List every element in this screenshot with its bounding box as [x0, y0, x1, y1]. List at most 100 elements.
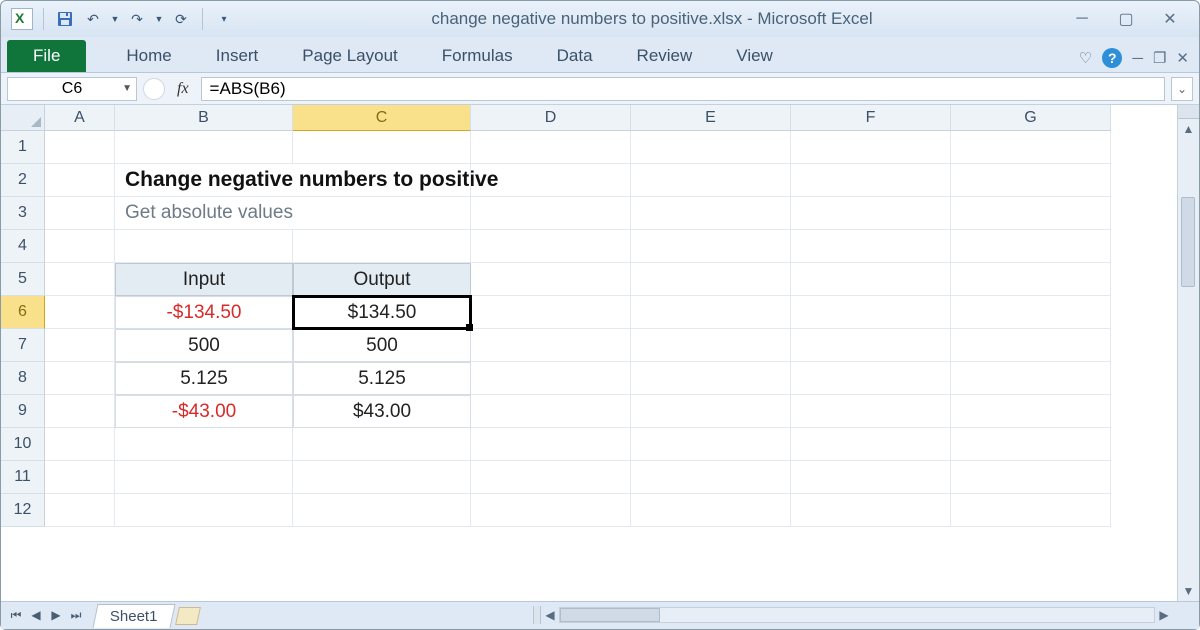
save-icon[interactable]: [54, 8, 76, 30]
cell-F4[interactable]: [791, 230, 951, 263]
col-header-E[interactable]: E: [631, 105, 791, 131]
cell-B10[interactable]: [115, 428, 293, 461]
cell-A1[interactable]: [45, 131, 115, 164]
row-header-8[interactable]: 8: [1, 362, 45, 395]
undo-dropdown-icon[interactable]: ▼: [110, 8, 120, 30]
cell-C11[interactable]: [293, 461, 471, 494]
hscroll-track[interactable]: [559, 607, 1155, 623]
cell-F1[interactable]: [791, 131, 951, 164]
tab-data[interactable]: Data: [535, 40, 615, 72]
cell-G5[interactable]: [951, 263, 1111, 296]
cell-F6[interactable]: [791, 296, 951, 329]
row-header-10[interactable]: 10: [1, 428, 45, 461]
cell-A3[interactable]: [45, 197, 115, 230]
cell-F12[interactable]: [791, 494, 951, 527]
scroll-down-icon[interactable]: ▼: [1178, 581, 1199, 601]
cell-A12[interactable]: [45, 494, 115, 527]
cell-E3[interactable]: [631, 197, 791, 230]
cell-F11[interactable]: [791, 461, 951, 494]
undo-icon[interactable]: ↶: [82, 8, 104, 30]
cell-C6[interactable]: $134.50: [293, 296, 471, 329]
cell-A6[interactable]: [45, 296, 115, 329]
maximize-icon[interactable]: ▢: [1113, 10, 1139, 28]
row-header-4[interactable]: 4: [1, 230, 45, 263]
name-box-dropdown-icon[interactable]: ▼: [122, 83, 132, 94]
col-header-B[interactable]: B: [115, 105, 293, 131]
cell-E7[interactable]: [631, 329, 791, 362]
tab-home[interactable]: Home: [104, 40, 193, 72]
cell-B7[interactable]: 500: [115, 329, 293, 362]
redo-dropdown-icon[interactable]: ▼: [154, 8, 164, 30]
cell-D4[interactable]: [471, 230, 631, 263]
cell-F8[interactable]: [791, 362, 951, 395]
cell-G10[interactable]: [951, 428, 1111, 461]
split-handle-icon[interactable]: [1178, 105, 1199, 119]
cell-D8[interactable]: [471, 362, 631, 395]
cell-C12[interactable]: [293, 494, 471, 527]
cell-G1[interactable]: [951, 131, 1111, 164]
name-box[interactable]: C6 ▼: [7, 77, 137, 101]
ribbon-minimize-icon[interactable]: ♡: [1079, 49, 1092, 67]
scroll-track[interactable]: [1178, 139, 1199, 581]
sheet-prev-icon[interactable]: ◀: [27, 608, 45, 623]
cell-D1[interactable]: [471, 131, 631, 164]
cell-C2[interactable]: [293, 164, 471, 197]
cell-D7[interactable]: [471, 329, 631, 362]
cell-E9[interactable]: [631, 395, 791, 428]
cell-A2[interactable]: [45, 164, 115, 197]
cell-B11[interactable]: [115, 461, 293, 494]
cell-E12[interactable]: [631, 494, 791, 527]
formula-input[interactable]: =ABS(B6): [201, 77, 1165, 101]
cell-B6[interactable]: -$134.50: [115, 296, 293, 329]
cell-E2[interactable]: [631, 164, 791, 197]
tab-page-layout[interactable]: Page Layout: [280, 40, 419, 72]
cell-D10[interactable]: [471, 428, 631, 461]
cell-D2[interactable]: [471, 164, 631, 197]
tab-insert[interactable]: Insert: [194, 40, 281, 72]
sheet-next-icon[interactable]: ▶: [47, 608, 65, 623]
cell-F3[interactable]: [791, 197, 951, 230]
row-header-9[interactable]: 9: [1, 395, 45, 428]
cell-B12[interactable]: [115, 494, 293, 527]
row-header-3[interactable]: 3: [1, 197, 45, 230]
cell-A10[interactable]: [45, 428, 115, 461]
workbook-restore-icon[interactable]: ❐: [1153, 49, 1166, 67]
tab-review[interactable]: Review: [615, 40, 715, 72]
cell-G6[interactable]: [951, 296, 1111, 329]
cell-G9[interactable]: [951, 395, 1111, 428]
cell-G11[interactable]: [951, 461, 1111, 494]
row-header-2[interactable]: 2: [1, 164, 45, 197]
row-header-12[interactable]: 12: [1, 494, 45, 527]
row-header-11[interactable]: 11: [1, 461, 45, 494]
cell-G3[interactable]: [951, 197, 1111, 230]
cell-D12[interactable]: [471, 494, 631, 527]
col-header-C[interactable]: C: [293, 105, 471, 131]
scroll-up-icon[interactable]: ▲: [1178, 119, 1199, 139]
cell-D5[interactable]: [471, 263, 631, 296]
cell-F9[interactable]: [791, 395, 951, 428]
formula-expand-icon[interactable]: ⌄: [1171, 77, 1193, 101]
cell-G2[interactable]: [951, 164, 1111, 197]
cell-B4[interactable]: [115, 230, 293, 263]
cell-C8[interactable]: 5.125: [293, 362, 471, 395]
cell-E6[interactable]: [631, 296, 791, 329]
sheet-last-icon[interactable]: ⏭: [67, 608, 85, 623]
cell-D9[interactable]: [471, 395, 631, 428]
sheet-tab-sheet1[interactable]: Sheet1: [92, 604, 175, 628]
cell-E5[interactable]: [631, 263, 791, 296]
cell-G8[interactable]: [951, 362, 1111, 395]
cell-E1[interactable]: [631, 131, 791, 164]
hsplit-handle-icon[interactable]: [533, 606, 541, 624]
cell-F7[interactable]: [791, 329, 951, 362]
cell-D11[interactable]: [471, 461, 631, 494]
cell-A11[interactable]: [45, 461, 115, 494]
scroll-thumb[interactable]: [1181, 197, 1195, 287]
tab-formulas[interactable]: Formulas: [420, 40, 535, 72]
cell-A5[interactable]: [45, 263, 115, 296]
cell-C1[interactable]: [293, 131, 471, 164]
workbook-minimize-icon[interactable]: ─: [1132, 50, 1143, 67]
cell-E10[interactable]: [631, 428, 791, 461]
minimize-icon[interactable]: ─: [1069, 10, 1095, 28]
new-sheet-icon[interactable]: [175, 607, 201, 625]
cell-F5[interactable]: [791, 263, 951, 296]
